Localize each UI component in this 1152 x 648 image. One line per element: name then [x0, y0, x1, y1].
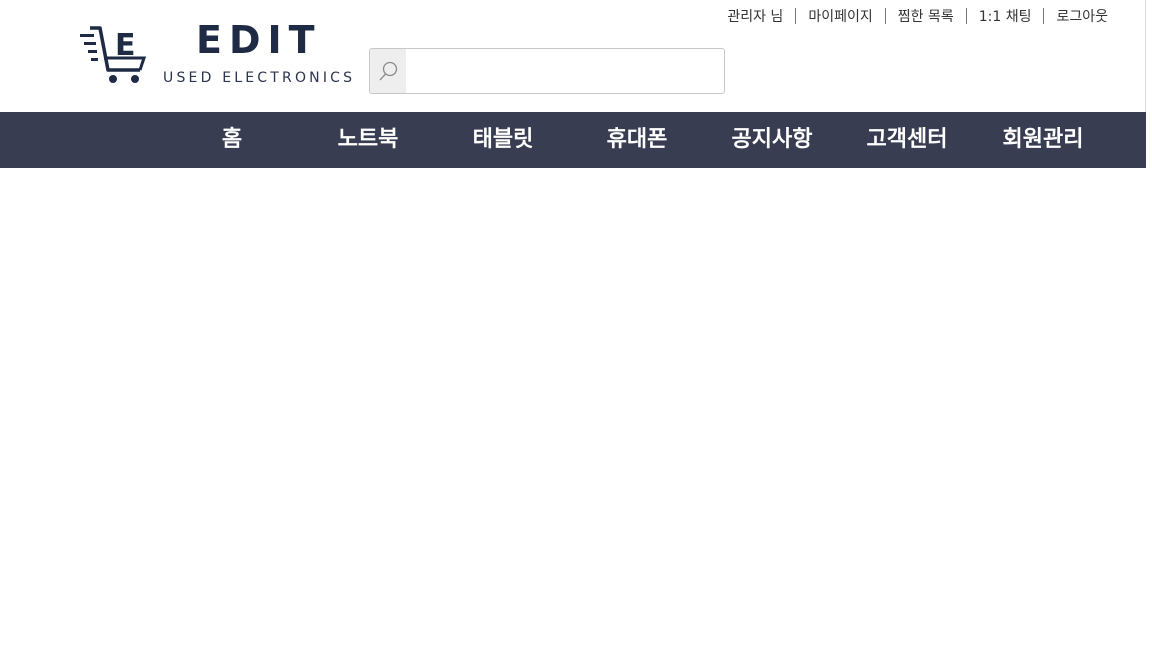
- shopping-cart-icon: E: [80, 26, 147, 83]
- mypage-link[interactable]: 마이페이지: [808, 6, 872, 26]
- divider: [1043, 8, 1045, 24]
- nav-item-laptop[interactable]: 노트북: [308, 112, 428, 168]
- utility-links: 관리자 님 마이페이지 찜한 목록 1:1 채팅 로그아웃: [727, 4, 1108, 28]
- main-content: [0, 168, 1146, 648]
- nav-item-phone[interactable]: 휴대폰: [577, 112, 697, 168]
- chat-link[interactable]: 1:1 채팅: [979, 6, 1032, 26]
- site-header: E EDIT USED ELECTRONICS 관리자 님 마이페이지 찜한 목…: [0, 0, 1146, 112]
- site-logo[interactable]: E EDIT USED ELECTRONICS: [78, 18, 352, 90]
- brand-name: EDIT: [196, 18, 322, 62]
- page: E EDIT USED ELECTRONICS 관리자 님 마이페이지 찜한 목…: [0, 0, 1152, 648]
- divider: [795, 8, 797, 24]
- nav-item-customer-center[interactable]: 고객센터: [847, 112, 967, 168]
- admin-user-label: 관리자 님: [727, 9, 784, 25]
- wishlist-link[interactable]: 찜한 목록: [898, 6, 954, 26]
- search-icon: [379, 61, 398, 81]
- nav-item-member-management[interactable]: 회원관리: [983, 112, 1103, 168]
- nav-item-home[interactable]: 홈: [172, 112, 292, 168]
- search-box: [369, 48, 725, 94]
- divider: [965, 8, 967, 24]
- search-input[interactable]: [406, 49, 724, 93]
- nav-item-notice[interactable]: 공지사항: [712, 112, 832, 168]
- divider: [884, 8, 886, 24]
- svg-text:E: E: [115, 28, 136, 63]
- logout-link[interactable]: 로그아웃: [1056, 6, 1108, 26]
- brand-tagline: USED ELECTRONICS: [163, 70, 356, 86]
- search-button[interactable]: [370, 49, 406, 93]
- main-nav: 홈 노트북 태블릿 휴대폰 공지사항 고객센터 회원관리: [0, 112, 1146, 168]
- nav-item-tablet[interactable]: 태블릿: [443, 112, 563, 168]
